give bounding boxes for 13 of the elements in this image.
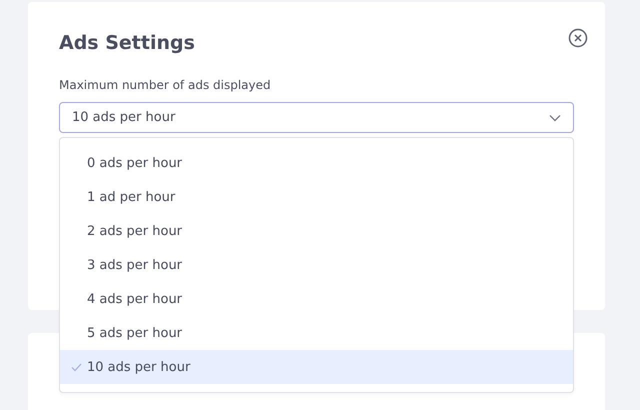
select-field[interactable]: 10 ads per hour: [59, 102, 574, 133]
dialog-title: Ads Settings: [59, 32, 195, 54]
chevron-down-icon: [549, 114, 561, 122]
check-icon: [71, 362, 82, 372]
field-label: Maximum number of ads displayed: [59, 78, 272, 92]
dropdown-option[interactable]: 1 ad per hour: [60, 180, 573, 214]
close-icon[interactable]: [568, 28, 588, 48]
dropdown-option[interactable]: 3 ads per hour: [60, 248, 573, 282]
dropdown-option[interactable]: 10 ads per hour: [60, 350, 573, 384]
dropdown-option[interactable]: 2 ads per hour: [60, 214, 573, 248]
dropdown-option[interactable]: 5 ads per hour: [60, 316, 573, 350]
dropdown-option[interactable]: 0 ads per hour: [60, 146, 573, 180]
dropdown-option[interactable]: 4 ads per hour: [60, 282, 573, 316]
